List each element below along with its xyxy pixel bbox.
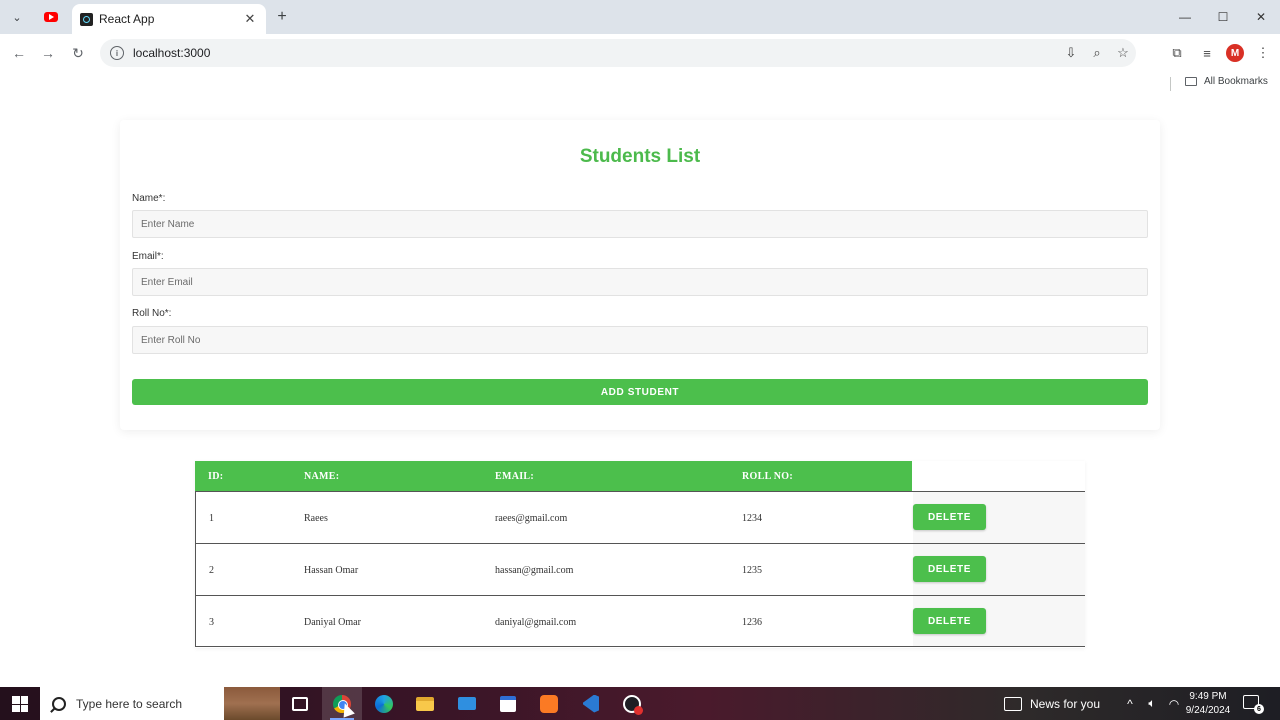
divider: [1170, 77, 1171, 91]
taskbar-search-placeholder: Type here to search: [76, 696, 183, 711]
cell-id: 3: [209, 617, 214, 628]
name-label: Name*:: [132, 193, 166, 204]
taskbar-edge[interactable]: [364, 687, 404, 720]
install-app-icon[interactable]: ⇩: [1058, 42, 1084, 64]
bookmark-star-icon[interactable]: ☆: [1110, 42, 1136, 64]
cell-roll-no: 1236: [742, 617, 762, 628]
taskbar-file-explorer[interactable]: [405, 687, 445, 720]
window-close-button[interactable]: ✕: [1242, 0, 1280, 34]
cell-id: 1: [209, 513, 214, 524]
new-tab-button[interactable]: +: [272, 7, 292, 27]
clock-time: 9:49 PM: [1189, 691, 1227, 702]
name-input[interactable]: [132, 210, 1148, 238]
news-icon: [1004, 696, 1022, 711]
info-icon[interactable]: i: [110, 46, 124, 60]
roll-no-input[interactable]: [132, 326, 1148, 354]
folder-icon: [1185, 77, 1197, 86]
tab-react-app[interactable]: React App ✕: [72, 4, 266, 34]
close-icon[interactable]: ✕: [242, 11, 258, 27]
cell-roll-no: 1235: [742, 565, 762, 576]
delete-button[interactable]: DELETE: [913, 556, 986, 582]
zoom-icon[interactable]: ⌕: [1084, 42, 1110, 64]
extensions-icon[interactable]: ⧉: [1166, 42, 1188, 64]
xampp-icon: [540, 694, 558, 713]
youtube-icon: [44, 12, 58, 22]
news-label: News for you: [1030, 696, 1101, 711]
profile-avatar[interactable]: M: [1226, 44, 1244, 62]
delete-button[interactable]: DELETE: [913, 504, 986, 530]
vscode-icon: [583, 694, 599, 713]
taskbar-vscode[interactable]: [571, 687, 611, 720]
forward-button[interactable]: →: [37, 42, 59, 64]
maximize-button[interactable]: ☐: [1204, 0, 1242, 34]
table-row: 2 Hassan Omar hassan@gmail.com 1235 DELE…: [195, 543, 1085, 595]
search-icon: [52, 696, 66, 711]
url-text[interactable]: localhost:3000: [133, 46, 1058, 60]
chevron-up-icon[interactable]: ^: [1122, 696, 1138, 712]
bookmarks-bar: All Bookmarks: [0, 72, 1280, 96]
reload-button[interactable]: ↻: [67, 42, 89, 64]
header-name: NAME:: [304, 471, 340, 482]
all-bookmarks-label: All Bookmarks: [1204, 76, 1268, 87]
email-input[interactable]: [132, 268, 1148, 296]
back-button[interactable]: ←: [8, 42, 30, 64]
cell-email: hassan@gmail.com: [495, 565, 574, 576]
store-icon: [500, 695, 516, 712]
add-student-button[interactable]: ADD STUDENT: [132, 379, 1148, 405]
table-header: ID: NAME: EMAIL: ROLL NO:: [195, 461, 912, 491]
page-title: Students List: [579, 146, 701, 167]
task-view-button[interactable]: [280, 687, 320, 720]
window-controls: — ☐ ✕: [1166, 0, 1280, 34]
table-row: 1 Raees raees@gmail.com 1234 DELETE: [195, 491, 1085, 543]
browser-tabstrip: ⌄ React App ✕ + — ☐ ✕: [0, 0, 1280, 34]
cell-name: Raees: [304, 513, 328, 524]
roll-no-label: Roll No*:: [132, 308, 172, 319]
performance-monitor-icon: [623, 694, 643, 715]
media-control-icon[interactable]: ≡: [1196, 42, 1218, 64]
windows-start-icon[interactable]: [12, 696, 28, 712]
toolbar-right-actions: ⧉ ≡ M ⋮: [1166, 42, 1274, 64]
news-widget[interactable]: News for you: [1004, 687, 1100, 720]
tab-title: React App: [99, 12, 155, 26]
all-bookmarks-button[interactable]: All Bookmarks: [1185, 76, 1268, 87]
taskbar-search-box[interactable]: Type here to search: [40, 687, 280, 720]
edge-icon: [375, 694, 393, 713]
header-email: EMAIL:: [495, 471, 535, 482]
cell-name: Daniyal Omar: [304, 617, 361, 628]
taskbar-performance-monitor[interactable]: [612, 687, 652, 720]
react-icon: [80, 12, 93, 26]
pinned-tab-youtube[interactable]: [36, 6, 66, 28]
cell-id: 2: [209, 565, 214, 576]
browser-toolbar: ← → ↻ i localhost:3000 ⇩ ⌕ ☆ ⧉ ≡ M ⋮: [0, 34, 1280, 72]
header-roll-no: ROLL NO:: [742, 471, 794, 482]
student-form-card: Students List Name*: Email*: Roll No*: A…: [120, 120, 1160, 430]
cell-roll-no: 1234: [742, 513, 762, 524]
volume-icon[interactable]: 🔈︎: [1144, 696, 1160, 712]
chevron-down-icon: ⌄: [12, 11, 22, 24]
system-tray: ^ 🔈︎ ◠: [1122, 687, 1182, 720]
task-view-icon: [292, 696, 308, 711]
email-label: Email*:: [132, 251, 164, 262]
clock-date: 9/24/2024: [1185, 705, 1231, 716]
search-highlight-image: [224, 687, 280, 720]
windows-taskbar: Type here to search News for you ^ 🔈︎ ◠ …: [0, 687, 1280, 720]
taskbar-xampp[interactable]: [529, 687, 569, 720]
address-bar[interactable]: i localhost:3000 ⇩ ⌕ ☆: [100, 39, 1136, 67]
taskbar-mail[interactable]: [447, 687, 487, 720]
tab-search-button[interactable]: ⌄: [6, 6, 28, 28]
cell-email: raees@gmail.com: [495, 513, 568, 524]
delete-button[interactable]: DELETE: [913, 608, 986, 634]
students-table: ID: NAME: EMAIL: ROLL NO: 1 Raees raees@…: [195, 461, 1085, 648]
kebab-menu-icon[interactable]: ⋮: [1252, 42, 1274, 64]
file-explorer-icon: [416, 696, 434, 711]
table-row: 3 Daniyal Omar daniyal@gmail.com 1236 DE…: [195, 595, 1085, 647]
minimize-button[interactable]: —: [1166, 0, 1204, 34]
taskbar-clock[interactable]: 9:49 PM 9/24/2024: [1180, 690, 1236, 718]
mail-icon: [458, 697, 476, 710]
taskbar-store[interactable]: [488, 687, 528, 720]
cell-email: daniyal@gmail.com: [495, 617, 577, 628]
header-id: ID:: [208, 471, 224, 482]
cell-name: Hassan Omar: [304, 565, 359, 576]
notification-badge: 6: [1254, 704, 1264, 714]
